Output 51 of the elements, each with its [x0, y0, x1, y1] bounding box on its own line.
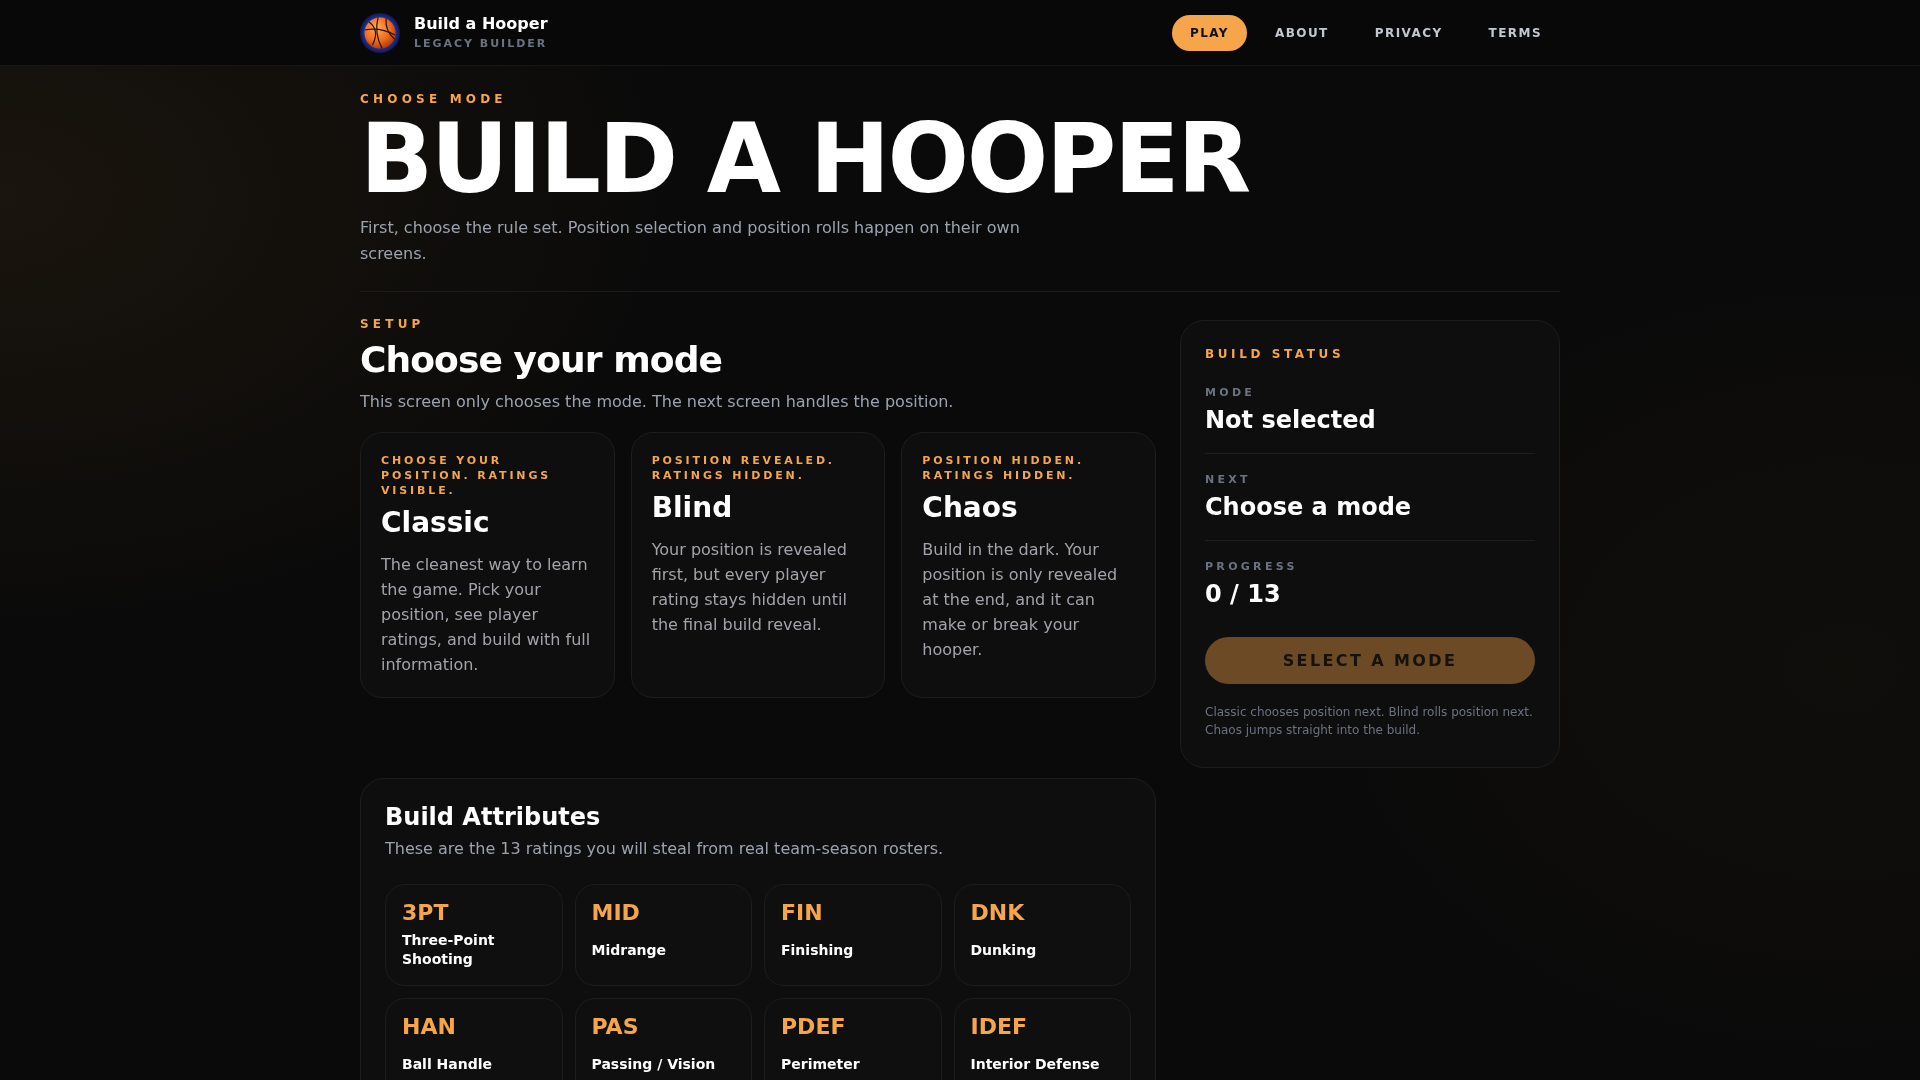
- mode-tag: POSITION HIDDEN. RATINGS HIDDEN.: [922, 453, 1135, 483]
- mode-card[interactable]: POSITION REVEALED. RATINGS HIDDEN. Blind Your position is revealed first, but every player rating stays hidden until the final build reveal.: [630, 432, 886, 698]
- mode-card[interactable]: POSITION HIDDEN. RATINGS HIDDEN. Chaos Build in the dark. Your position is only revealed at the end, and it can make or break your hooper.: [901, 432, 1156, 698]
- attribute-name: Dunking: [970, 940, 1037, 960]
- nav-link[interactable]: PRIVACY: [1356, 14, 1461, 51]
- nav-link[interactable]: TERMS: [1470, 14, 1560, 51]
- attribute-name: Finishing: [781, 940, 854, 960]
- attribute-code: IDEF: [970, 1015, 1028, 1039]
- section-description: This screen only chooses the mode. The next screen handles the position.: [360, 391, 955, 413]
- mode-description: Your position is revealed first, but every player rating stays hidden until the final build reveal.: [651, 539, 848, 636]
- brand-title: Build a Hooper: [414, 13, 548, 34]
- mode-description: Build in the dark. Your position is only revealed at the end, and it can make or break your hooper.: [922, 539, 1119, 661]
- eyebrow-text: CHOOSE MODE: [360, 91, 508, 107]
- page-description: First, choose the rule set. Position selection and position rolls happen on their own screens.: [360, 217, 1021, 265]
- nav-link[interactable]: PLAY: [1171, 14, 1247, 51]
- mode-tag: POSITION REVEALED. RATINGS HIDDEN.: [651, 453, 865, 483]
- attribute-name: Perimeter: [781, 1054, 860, 1074]
- attribute-code: PDEF: [781, 1015, 847, 1039]
- mode-card[interactable]: CHOOSE YOUR POSITION. RATINGS VISIBLE. Classic The cleanest way to learn the game. Pick your position, see player ratings, and build with full information.: [360, 432, 615, 698]
- page-title: BUILD A HOOPER: [360, 111, 1250, 207]
- attribute-code: HAN: [402, 1015, 457, 1039]
- mode-title: Classic: [381, 506, 491, 540]
- attribute-name: Ball Handle: [402, 1054, 493, 1074]
- attribute-name: Interior Defense: [970, 1054, 1100, 1074]
- section-title: Choose your mode: [360, 340, 724, 380]
- field-value: Not selected: [1205, 405, 1377, 435]
- field-value: 0 / 13: [1205, 579, 1282, 609]
- mode-title: Blind: [651, 491, 734, 525]
- status-note: Classic chooses position next. Blind rolls position next. Chaos jumps straight into the build.: [1205, 704, 1534, 739]
- attribute-name: Three-Point Shooting: [402, 931, 496, 969]
- mode-title: Chaos: [922, 491, 1019, 525]
- attribute-code: FIN: [781, 901, 824, 925]
- field-label: NEXT: [1205, 472, 1252, 488]
- panel-eyebrow: BUILD STATUS: [1205, 346, 1346, 363]
- attribute-code: 3PT: [402, 901, 450, 925]
- brand-subtitle: LEGACY BUILDER: [414, 35, 548, 52]
- panel-title: Build Attributes: [385, 802, 602, 833]
- field-label: PROGRESS: [1205, 559, 1299, 575]
- field-label: MODE: [1205, 385, 1257, 401]
- attribute-name: Passing / Vision: [591, 1054, 716, 1074]
- nav-link[interactable]: ABOUT: [1256, 14, 1347, 51]
- attribute-code: DNK: [970, 901, 1026, 925]
- basketball-icon: [360, 12, 400, 53]
- section-eyebrow: SETUP: [360, 316, 426, 332]
- field-value: Choose a mode: [1205, 492, 1413, 522]
- attribute-code: MID: [591, 901, 641, 925]
- mode-description: The cleanest way to learn the game. Pick your position, see player ratings, and build with full information.: [381, 554, 592, 676]
- attribute-code: PAS: [591, 1015, 640, 1039]
- mode-tag: CHOOSE YOUR POSITION. RATINGS VISIBLE.: [381, 453, 594, 498]
- attribute-name: Midrange: [591, 940, 667, 960]
- panel-description: These are the 13 ratings you will steal from real team-season rosters.: [385, 838, 945, 860]
